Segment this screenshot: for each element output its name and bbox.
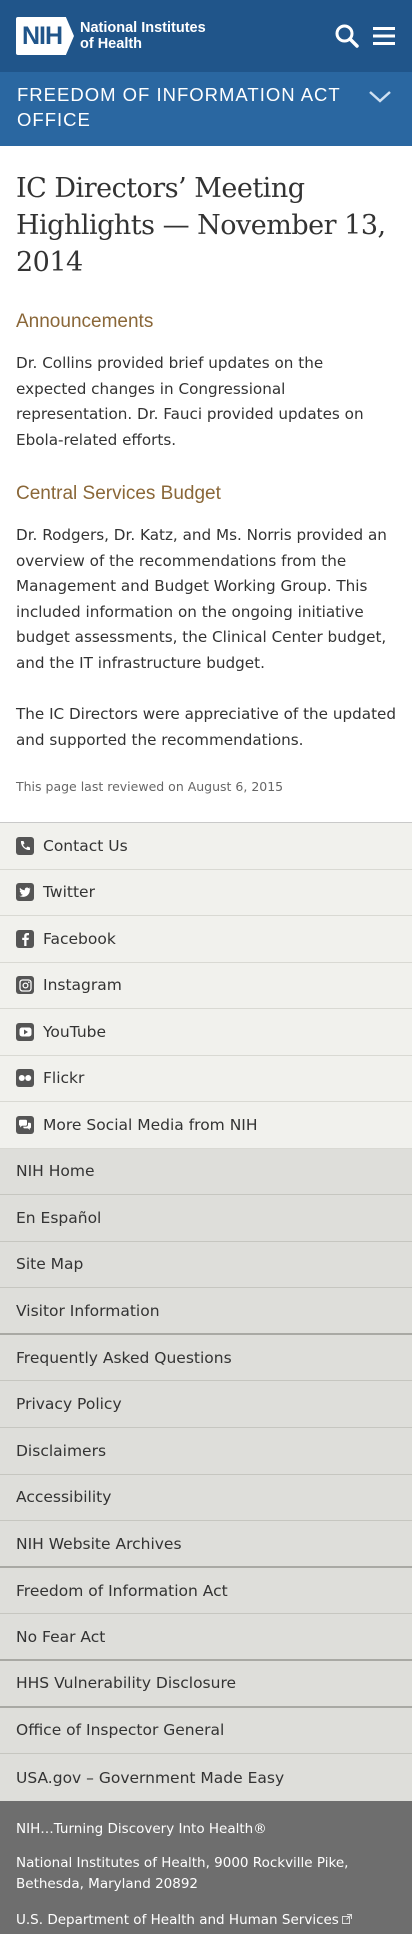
nih-logo-mark: NIH: [16, 17, 74, 55]
social-link-label: More Social Media from NIH: [43, 1115, 258, 1134]
main-content: IC Directors’ Meeting Highlights — Novem…: [0, 146, 412, 794]
hhs-link[interactable]: U.S. Department of Health and Human Serv…: [16, 1910, 352, 1931]
twitter-link[interactable]: Twitter: [0, 870, 412, 916]
hamburger-menu-icon[interactable]: [372, 25, 396, 47]
contact-us-link[interactable]: Contact Us: [0, 823, 412, 870]
footer-links: NIH Home En Español Site Map Visitor Inf…: [0, 1148, 412, 1801]
social-link-label: Facebook: [43, 929, 116, 948]
youtube-icon: [16, 1022, 34, 1041]
facebook-link[interactable]: Facebook: [0, 916, 412, 963]
facebook-icon: [16, 929, 34, 948]
footer-link-usa-gov[interactable]: USA.gov – Government Made Easy: [0, 1754, 412, 1801]
header-actions: [334, 23, 396, 49]
logo-line-1: National Institutes: [80, 20, 206, 36]
logo-line-2: of Health: [80, 36, 143, 52]
footer-link-accessibility[interactable]: Accessibility: [0, 1475, 412, 1522]
address-line-1: National Institutes of Health, 9000 Rock…: [16, 1854, 349, 1871]
nih-logo[interactable]: NIH National Institutes of Health: [16, 17, 206, 55]
footer-link-foia[interactable]: Freedom of Information Act: [0, 1568, 412, 1615]
instagram-icon: [16, 976, 34, 995]
footer-link-disclaimers[interactable]: Disclaimers: [0, 1428, 412, 1475]
footer-link-en-espanol[interactable]: En Español: [0, 1195, 412, 1242]
external-link-icon: [341, 1910, 352, 1931]
footer-link-faq[interactable]: Frequently Asked Questions: [0, 1335, 412, 1382]
youtube-link[interactable]: YouTube: [0, 1009, 412, 1056]
social-link-label: Flickr: [43, 1069, 85, 1088]
footer-link-no-fear-act[interactable]: No Fear Act: [0, 1614, 412, 1662]
nih-logo-text: National Institutes of Health: [80, 20, 206, 52]
social-link-label: YouTube: [43, 1022, 107, 1041]
footer-link-site-map[interactable]: Site Map: [0, 1242, 412, 1289]
office-name-line-1: FREEDOM OF INFORMATION ACT: [17, 84, 341, 105]
chevron-down-icon[interactable]: [368, 86, 392, 111]
social-link-label: Instagram: [43, 976, 122, 995]
chat-bubbles-icon: [16, 1115, 34, 1134]
instagram-link[interactable]: Instagram: [0, 963, 412, 1009]
more-social-media-link[interactable]: More Social Media from NIH: [0, 1102, 412, 1149]
office-name-line-2: OFFICE: [17, 109, 91, 130]
site-footer: NIH…Turning Discovery Into Health® Natio…: [0, 1800, 412, 1934]
paragraph: Dr. Rodgers, Dr. Katz, and Ms. Norris pr…: [16, 526, 387, 672]
footer-link-visitor-information[interactable]: Visitor Information: [0, 1288, 412, 1335]
paragraph: Dr. Collins provided brief updates on th…: [16, 354, 364, 449]
social-links: Contact Us Twitter Facebook Instagram Yo…: [0, 822, 412, 1149]
address-line-2: Bethesda, Maryland 20892: [16, 1875, 199, 1892]
section-heading: Announcements: [16, 311, 154, 332]
site-header: NIH National Institutes of Health: [0, 0, 412, 72]
announcements-section: Announcements Dr. Collins provided brief…: [16, 311, 396, 453]
flickr-icon: [16, 1069, 34, 1088]
footer-link-website-archives[interactable]: NIH Website Archives: [0, 1521, 412, 1568]
flickr-link[interactable]: Flickr: [0, 1056, 412, 1102]
footer-address: National Institutes of Health, 9000 Rock…: [16, 1853, 396, 1895]
central-services-budget-section: Central Services Budget Dr. Rodgers, Dr.…: [16, 483, 396, 753]
section-heading: Central Services Budget: [16, 483, 221, 504]
footer-link-privacy-policy[interactable]: Privacy Policy: [0, 1381, 412, 1429]
footer-tagline: NIH…Turning Discovery Into Health®: [16, 1820, 267, 1837]
search-icon[interactable]: [334, 23, 360, 49]
last-reviewed-date: This page last reviewed on August 6, 201…: [16, 779, 284, 794]
phone-icon: [16, 836, 34, 855]
twitter-icon: [16, 883, 34, 902]
social-link-label: Contact Us: [43, 836, 128, 855]
office-nav-toggle[interactable]: FREEDOM OF INFORMATION ACT OFFICE: [0, 72, 412, 146]
page-title: IC Directors’ Meeting Highlights — Novem…: [16, 173, 386, 278]
paragraph: The IC Directors were appreciative of th…: [16, 705, 397, 749]
social-link-label: Twitter: [43, 883, 95, 902]
hhs-link-label: U.S. Department of Health and Human Serv…: [16, 1911, 339, 1928]
footer-link-hhs-vulnerability-disclosure[interactable]: HHS Vulnerability Disclosure: [0, 1661, 412, 1708]
footer-link-nih-home[interactable]: NIH Home: [0, 1149, 412, 1196]
footer-link-inspector-general[interactable]: Office of Inspector General: [0, 1708, 412, 1755]
